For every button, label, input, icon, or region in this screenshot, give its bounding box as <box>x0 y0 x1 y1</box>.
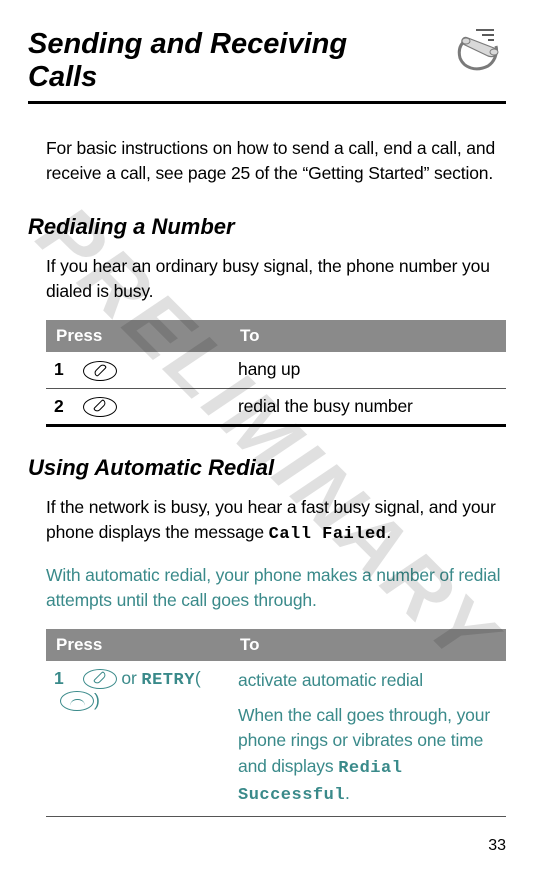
to-cell: redial the busy number <box>230 388 506 425</box>
display-text-call-failed: Call Failed <box>269 525 387 544</box>
instruction-table-redial: Press To 1 hang up 2 redial the busy num… <box>46 320 506 427</box>
send-key-icon <box>83 669 117 689</box>
title-rule <box>28 101 506 104</box>
section1-body: If you hear an ordinary busy signal, the… <box>46 254 506 304</box>
section2-teal-body: With automatic redial, your phone makes … <box>46 563 506 613</box>
col-header-to: To <box>230 629 506 661</box>
step-number: 1 <box>54 359 72 380</box>
page-number: 33 <box>488 837 506 855</box>
page-title: Sending and Receiving Calls <box>28 28 408 95</box>
table-row: 2 redial the busy number <box>46 388 506 425</box>
to-line1: activate automatic redial <box>238 670 423 690</box>
to-cell: hang up <box>230 352 506 388</box>
table-row: 1 hang up <box>46 352 506 388</box>
phone-section-icon <box>454 28 506 72</box>
header-row: Sending and Receiving Calls <box>28 28 506 95</box>
col-header-to: To <box>230 320 506 352</box>
section-heading-redialing: Redialing a Number <box>28 214 506 240</box>
instruction-table-auto-redial: Press To 1 or RETRY() activate automatic… <box>46 629 506 817</box>
paren-open: ( <box>195 668 201 688</box>
text: . <box>345 783 350 803</box>
text: . <box>386 522 391 542</box>
send-key-icon <box>83 397 117 417</box>
to-cell: activate automatic redial When the call … <box>230 661 506 817</box>
paren-close: ) <box>94 690 100 710</box>
end-key-icon <box>83 361 117 381</box>
col-header-press: Press <box>46 320 230 352</box>
step-number: 2 <box>54 396 72 417</box>
col-header-press: Press <box>46 629 230 661</box>
step-number: 1 <box>54 668 72 689</box>
soft-key-icon <box>60 691 94 711</box>
intro-paragraph: For basic instructions on how to send a … <box>46 136 506 187</box>
section-heading-auto-redial: Using Automatic Redial <box>28 455 506 481</box>
softkey-label-retry: RETRY <box>141 671 195 690</box>
section2-body: If the network is busy, you hear a fast … <box>46 495 506 547</box>
table-row: 1 or RETRY() activate automatic redial W… <box>46 661 506 817</box>
text-or: or <box>117 668 142 688</box>
